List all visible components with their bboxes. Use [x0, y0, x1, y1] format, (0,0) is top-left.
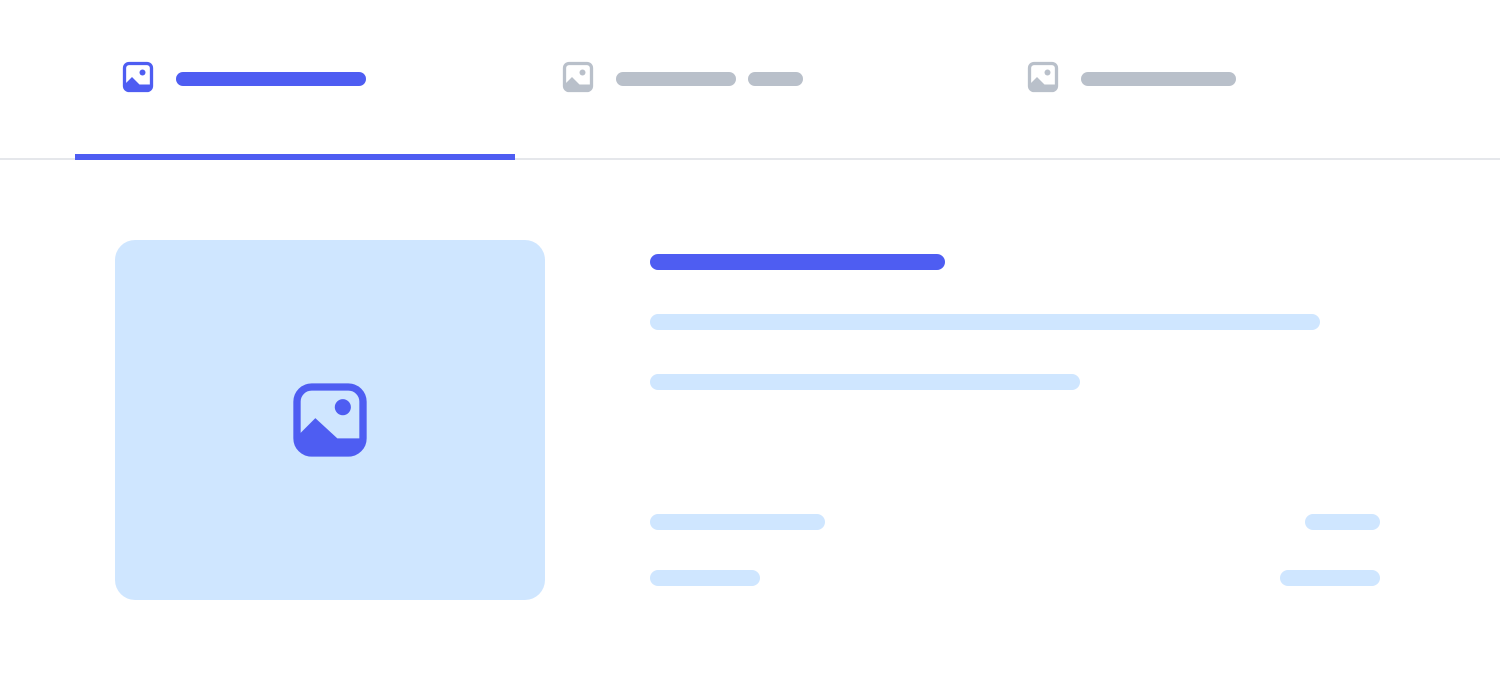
skeleton-text	[616, 72, 736, 86]
meta-row	[650, 570, 1380, 586]
image-icon	[120, 59, 156, 100]
meta-list	[650, 514, 1380, 586]
tab-bar	[0, 0, 1500, 160]
meta-row	[650, 514, 1380, 530]
description-line-2	[650, 374, 1080, 390]
skeleton-text	[176, 72, 366, 86]
details-section	[650, 240, 1380, 600]
tab-2-label	[616, 72, 803, 86]
tab-3-label	[1081, 72, 1236, 86]
image-icon	[560, 59, 596, 100]
content-panel	[0, 160, 1500, 600]
tab-1[interactable]	[75, 0, 515, 158]
tab-1-label	[176, 72, 366, 86]
description-line-1	[650, 314, 1320, 330]
meta-value	[1305, 514, 1380, 530]
tab-2[interactable]	[515, 0, 980, 158]
meta-label	[650, 514, 825, 530]
meta-value	[1280, 570, 1380, 586]
meta-label	[650, 570, 760, 586]
skeleton-badge	[748, 72, 803, 86]
image-icon	[1025, 59, 1061, 100]
image-placeholder	[115, 240, 545, 600]
tab-3[interactable]	[980, 0, 1400, 158]
title-placeholder	[650, 254, 945, 270]
skeleton-text	[1081, 72, 1236, 86]
